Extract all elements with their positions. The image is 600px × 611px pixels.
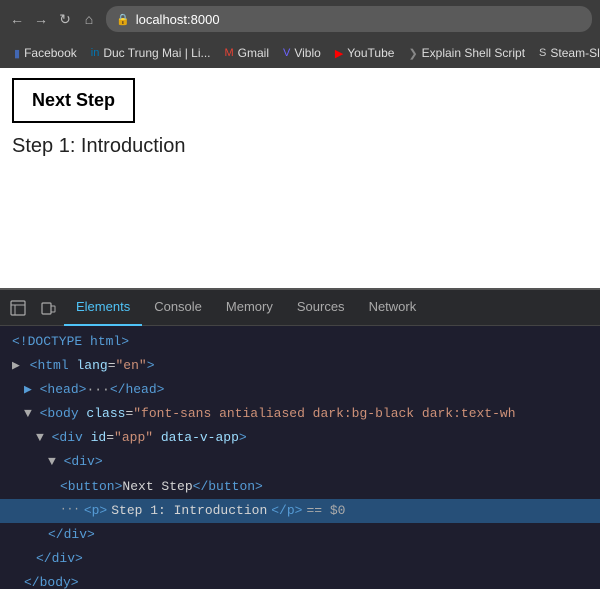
gmail-icon: M <box>224 47 233 59</box>
bookmark-viblo[interactable]: V Viblo <box>277 44 327 62</box>
code-line-close-div1: </div> <box>0 523 600 547</box>
bookmark-label: Explain Shell Script <box>422 46 525 60</box>
tab-memory[interactable]: Memory <box>214 290 285 326</box>
inspect-element-button[interactable] <box>4 294 32 322</box>
bookmark-label: Gmail <box>238 46 269 60</box>
bookmark-label: Steam-Slack <box>550 46 600 60</box>
steam-icon: S <box>539 47 546 59</box>
bookmark-youtube[interactable]: ▶ YouTube <box>329 44 401 62</box>
code-line-div-app: ▼ <div id="app" data-v-app> <box>0 426 600 450</box>
bookmark-shell[interactable]: ❯ Explain Shell Script <box>402 44 531 62</box>
shell-icon: ❯ <box>408 47 417 60</box>
devtools-panel: Elements Console Memory Sources Network … <box>0 288 600 589</box>
dots-indicator: ··· <box>60 501 80 520</box>
bookmark-label: YouTube <box>347 46 394 60</box>
tab-network[interactable]: Network <box>357 290 429 326</box>
tab-console[interactable]: Console <box>142 290 214 326</box>
code-line-p-highlighted[interactable]: ··· <p>Step 1: Introduction</p> == $0 <box>0 499 600 523</box>
url-text: localhost:8000 <box>136 12 220 27</box>
code-line-doctype: <!DOCTYPE html> <box>0 330 600 354</box>
step-text: Step 1: Introduction <box>12 135 588 158</box>
code-line-body: ▼ <body class="font-sans antialiased dar… <box>0 402 590 426</box>
toggle-html[interactable]: ▶ <box>12 358 20 373</box>
bookmark-gmail[interactable]: M Gmail <box>218 44 275 62</box>
bookmark-label: Duc Trung Mai | Li... <box>103 46 210 60</box>
devtools-tabs: Elements Console Memory Sources Network <box>0 290 600 326</box>
back-button[interactable]: ← <box>8 10 26 28</box>
nav-buttons: ← → ↻ ⌂ <box>8 10 98 28</box>
devtools-content: <!DOCTYPE html> ▶ <html lang="en"> ▶ <he… <box>0 326 600 589</box>
browser-toolbar: ← → ↻ ⌂ 🔒 localhost:8000 <box>0 0 600 38</box>
tab-elements[interactable]: Elements <box>64 290 142 326</box>
viblo-icon: V <box>283 47 290 59</box>
youtube-icon: ▶ <box>335 47 343 60</box>
bookmark-linkedin[interactable]: in Duc Trung Mai | Li... <box>85 44 217 62</box>
facebook-icon: ▮ <box>14 47 20 60</box>
code-line-close-body: </body> <box>0 571 600 589</box>
forward-button[interactable]: → <box>32 10 50 28</box>
code-line-div: ▼ <div> <box>0 450 600 474</box>
browser-chrome: ← → ↻ ⌂ 🔒 localhost:8000 ▮ Facebook in D… <box>0 0 600 68</box>
code-line-html: ▶ <html lang="en"> <box>0 354 600 378</box>
device-toolbar-button[interactable] <box>34 294 62 322</box>
bookmark-facebook[interactable]: ▮ Facebook <box>8 44 83 62</box>
reload-button[interactable]: ↻ <box>56 10 74 28</box>
code-line-button: <button>Next Step</button> <box>0 475 600 499</box>
bookmark-label: Viblo <box>294 46 320 60</box>
tab-sources[interactable]: Sources <box>285 290 357 326</box>
next-step-button[interactable]: Next Step <box>12 78 135 123</box>
bookmark-steam[interactable]: S Steam-Slack <box>533 44 600 62</box>
lock-icon: 🔒 <box>116 13 130 26</box>
home-button[interactable]: ⌂ <box>80 10 98 28</box>
code-line-head: ▶ <head>···</head> <box>0 378 600 402</box>
page-content: Next Step Step 1: Introduction <box>0 68 600 288</box>
bookmarks-bar: ▮ Facebook in Duc Trung Mai | Li... M Gm… <box>0 38 600 68</box>
code-line-close-div2: </div> <box>0 547 600 571</box>
bookmark-label: Facebook <box>24 46 77 60</box>
address-bar[interactable]: 🔒 localhost:8000 <box>106 6 592 32</box>
linkedin-icon: in <box>91 47 100 59</box>
